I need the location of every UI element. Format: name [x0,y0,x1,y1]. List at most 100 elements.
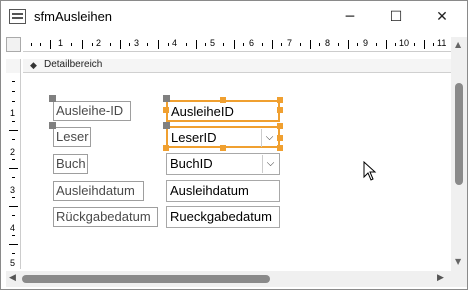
ruler-tick [386,40,387,49]
ruler-tick [12,253,15,254]
scroll-right-icon[interactable]: ▶ [437,273,444,283]
ruler-number: 3 [10,185,16,195]
section-selector[interactable] [6,59,21,73]
dropdown-arrow-icon[interactable]: ⌵ [262,155,278,173]
ruler-number: 11 [437,38,447,48]
ruler-tick [9,206,18,207]
vertical-ruler[interactable]: 1 2 3 4 5 [6,73,21,269]
ruler-tick [12,101,15,102]
ruler-number: 10 [399,38,410,48]
ruler-tick [12,177,15,178]
resize-handle[interactable] [220,97,226,103]
horizontal-ruler[interactable]: 1 2 3 4 5 6 7 8 9 10 11 [23,37,451,52]
combobox-value: LeserID [171,130,217,145]
ruler-tick [12,215,15,216]
ruler-tick [12,197,15,198]
move-handle[interactable] [49,95,56,102]
move-handle[interactable] [163,95,170,102]
scroll-up-icon[interactable]: ▲ [455,40,461,49]
ruler-tick [319,43,320,46]
resize-handle[interactable] [220,145,226,151]
resize-grip[interactable] [451,271,467,287]
ruler-tick [92,43,93,46]
ruler-tick [205,43,206,46]
horizontal-scroll-thumb[interactable] [22,275,270,283]
combobox-value: BuchID [170,156,213,171]
resize-handle[interactable] [163,145,169,151]
ruler-tick [12,121,15,122]
ruler-number: 1 [58,38,64,48]
ruler-tick [120,40,121,49]
ruler-number: 5 [210,38,216,48]
label-buch[interactable]: Buch [53,154,88,174]
combobox-buch-id[interactable]: BuchID ⌵ [166,153,280,175]
ruler-tick [272,40,273,49]
ruler-tick [168,43,169,46]
ruler-number: 8 [325,38,331,48]
ruler-tick [338,43,339,46]
mouse-cursor-icon [363,161,377,181]
resize-handle[interactable] [277,107,283,113]
ruler-tick [110,43,111,46]
ruler-tick [31,43,32,46]
form-selector[interactable] [6,37,21,52]
ruler-tick [348,40,349,49]
scroll-left-icon[interactable]: ◀ [9,273,16,283]
ruler-tick [147,43,148,46]
title-bar[interactable]: sfmAusleihen ─ ☐ ✕ [1,1,467,32]
ruler-tick [12,139,15,140]
form-icon [9,9,26,24]
ruler-tick [424,40,425,49]
ruler-tick [376,43,377,46]
ruler-tick [129,43,130,46]
form-window: sfmAusleihen ─ ☐ ✕ 1 2 3 4 5 6 7 8 9 10 … [0,0,468,290]
dropdown-arrow-icon[interactable]: ⌵ [261,129,277,147]
ruler-tick [357,43,358,46]
textbox-ausleihdatum[interactable]: Ausleihdatum [166,180,280,202]
resize-handle[interactable] [277,123,283,129]
label-ausleihdatum[interactable]: Ausleihdatum [53,181,144,201]
minimize-button[interactable]: ─ [327,1,373,32]
ruler-tick [12,235,15,236]
ruler-tick [50,40,51,49]
ruler-tick [433,43,434,46]
label-ausleihe-id[interactable]: Ausleihe-ID [53,101,131,121]
move-handle[interactable] [49,122,56,129]
textbox-rueckgabedatum[interactable]: Rueckgabedatum [166,206,280,228]
resize-handle[interactable] [277,97,283,103]
ruler-tick [300,43,301,46]
detail-section-canvas[interactable]: Ausleihe-ID Leser Buch Ausleihdatum Rück… [23,73,451,269]
section-header-detail[interactable]: ◆ Detailbereich [23,59,451,73]
ruler-tick [196,40,197,49]
ruler-tick [310,40,311,49]
scroll-down-icon[interactable]: ▼ [455,257,461,266]
ruler-number: 2 [10,147,16,157]
ruler-tick [12,91,15,92]
section-collapse-icon: ◆ [30,61,37,71]
resize-handle[interactable] [163,107,169,113]
vertical-scrollbar[interactable]: ▲ ▼ [451,37,467,271]
label-leser[interactable]: Leser [53,127,91,147]
ruler-tick [262,43,263,46]
resize-handle[interactable] [277,145,283,151]
textbox-ausleihe-id[interactable]: AusleiheID [166,100,280,122]
horizontal-scrollbar[interactable]: ◀ ▶ [6,271,451,287]
ruler-number: 1 [10,108,16,118]
ruler-tick [9,130,18,131]
ruler-tick [12,159,15,160]
ruler-tick [414,43,415,46]
close-button[interactable]: ✕ [419,1,465,32]
label-rueckgabedatum[interactable]: Rückgabedatum [53,207,158,227]
ruler-number: 6 [249,38,255,48]
section-label: Detailbereich [44,59,103,70]
vertical-scroll-thumb[interactable] [455,83,463,185]
ruler-tick [158,40,159,49]
move-handle[interactable] [163,122,170,129]
ruler-number: 5 [10,258,16,268]
ruler-tick [243,43,244,46]
ruler-number: 4 [10,223,16,233]
resize-handle[interactable] [277,135,283,141]
ruler-tick [9,244,18,245]
ruler-tick [12,81,15,82]
maximize-button[interactable]: ☐ [373,1,419,32]
